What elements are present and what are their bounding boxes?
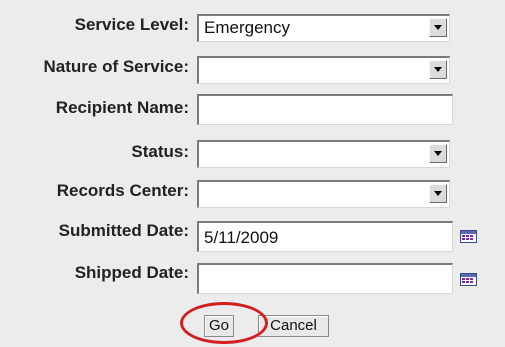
submitted-date-value: 5/11/2009 [204,228,279,247]
service-level-label: Service Level: [74,15,189,34]
records-center-label: Records Center: [56,181,189,200]
recipient-name-input[interactable] [197,94,453,125]
status-label: Status: [131,142,189,161]
nature-of-service-select[interactable] [197,56,450,84]
service-level-select[interactable]: Emergency [197,14,450,42]
shipped-date-input[interactable] [197,263,453,294]
records-center-select[interactable] [197,180,450,208]
calendar-icon[interactable] [460,230,477,243]
status-select[interactable] [197,140,450,168]
search-form: Service Level: Emergency Nature of Servi… [0,0,505,347]
submitted-date-input[interactable]: 5/11/2009 [197,221,453,252]
submitted-date-label: Submitted Date: [58,221,189,240]
calendar-icon[interactable] [460,273,477,286]
chevron-down-icon[interactable] [429,18,447,37]
service-level-value: Emergency [204,18,290,37]
chevron-down-icon[interactable] [429,144,447,163]
go-button[interactable]: Go [204,315,234,337]
nature-of-service-label: Nature of Service: [43,57,190,76]
chevron-down-icon[interactable] [429,184,447,203]
chevron-down-icon[interactable] [429,60,447,79]
recipient-name-label: Recipient Name: [55,98,189,117]
shipped-date-label: Shipped Date: [74,263,189,282]
cancel-button[interactable]: Cancel [258,315,329,337]
